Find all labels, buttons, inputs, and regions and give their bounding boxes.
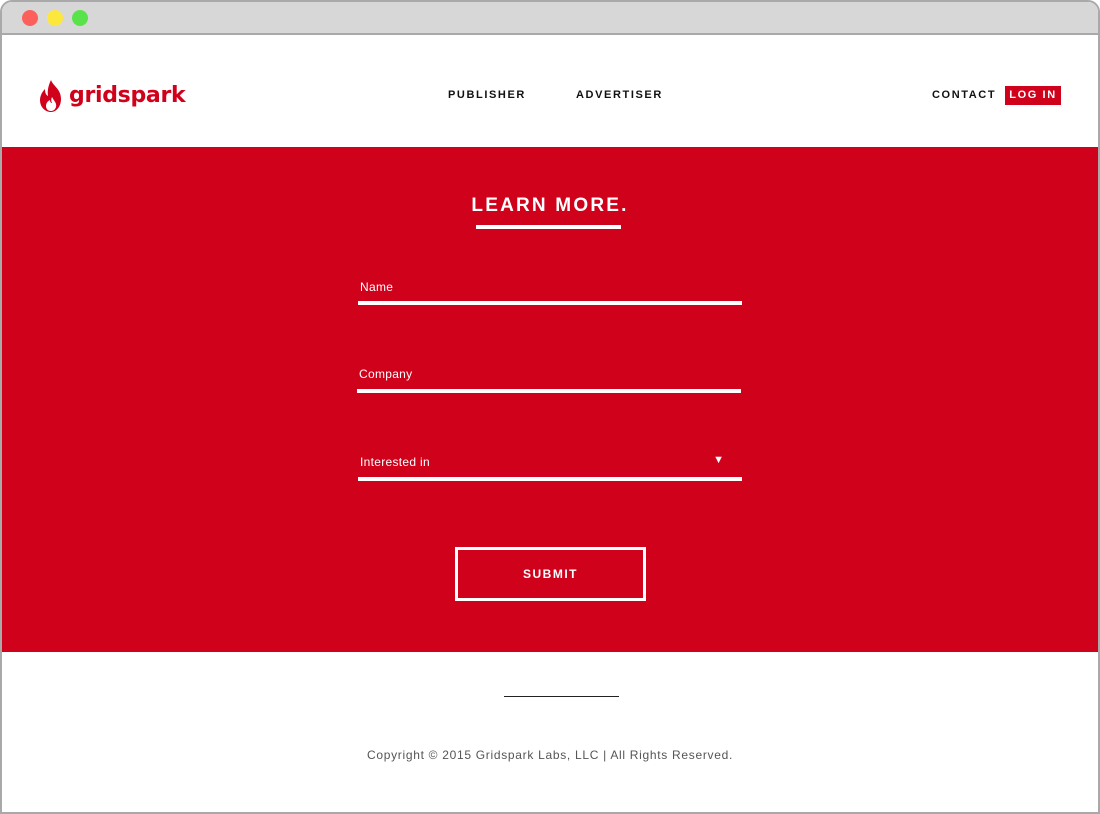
nav-publisher-link[interactable]: PUBLISHER bbox=[448, 89, 526, 101]
company-field-underline bbox=[357, 389, 741, 393]
submit-button[interactable]: SUBMIT bbox=[455, 547, 646, 601]
minimize-window-button[interactable] bbox=[47, 10, 63, 26]
name-field-underline bbox=[358, 301, 742, 305]
window-titlebar bbox=[2, 2, 1098, 35]
title-underline bbox=[476, 225, 621, 229]
footer-divider bbox=[504, 696, 619, 697]
flame-icon bbox=[40, 80, 61, 112]
learn-more-section: LEARN MORE. Name Company Interested in ▼… bbox=[2, 147, 1098, 652]
copyright-text: Copyright © 2015 Gridspark Labs, LLC | A… bbox=[366, 748, 734, 762]
interested-in-label: Interested in bbox=[360, 455, 430, 469]
maximize-window-button[interactable] bbox=[72, 10, 88, 26]
site-header: gridspark PUBLISHER ADVERTISER CONTACT L… bbox=[2, 37, 1098, 147]
triangle-down-icon[interactable]: ▼ bbox=[713, 454, 724, 466]
brand-logo[interactable]: gridspark bbox=[38, 79, 186, 113]
section-title: LEARN MORE. bbox=[471, 195, 629, 216]
login-button[interactable]: LOG IN bbox=[1005, 86, 1061, 105]
name-field[interactable]: Name bbox=[358, 280, 742, 310]
close-window-button[interactable] bbox=[22, 10, 38, 26]
nav-contact-link[interactable]: CONTACT bbox=[932, 89, 996, 101]
nav-advertiser-link[interactable]: ADVERTISER bbox=[576, 89, 663, 101]
interested-in-select[interactable]: Interested in ▼ bbox=[358, 454, 742, 485]
name-field-label: Name bbox=[360, 280, 394, 294]
brand-name: gridspark bbox=[69, 83, 186, 108]
interested-in-underline bbox=[358, 477, 742, 481]
company-field[interactable]: Company bbox=[357, 367, 741, 397]
browser-window: gridspark PUBLISHER ADVERTISER CONTACT L… bbox=[0, 0, 1100, 814]
company-field-label: Company bbox=[359, 367, 413, 381]
